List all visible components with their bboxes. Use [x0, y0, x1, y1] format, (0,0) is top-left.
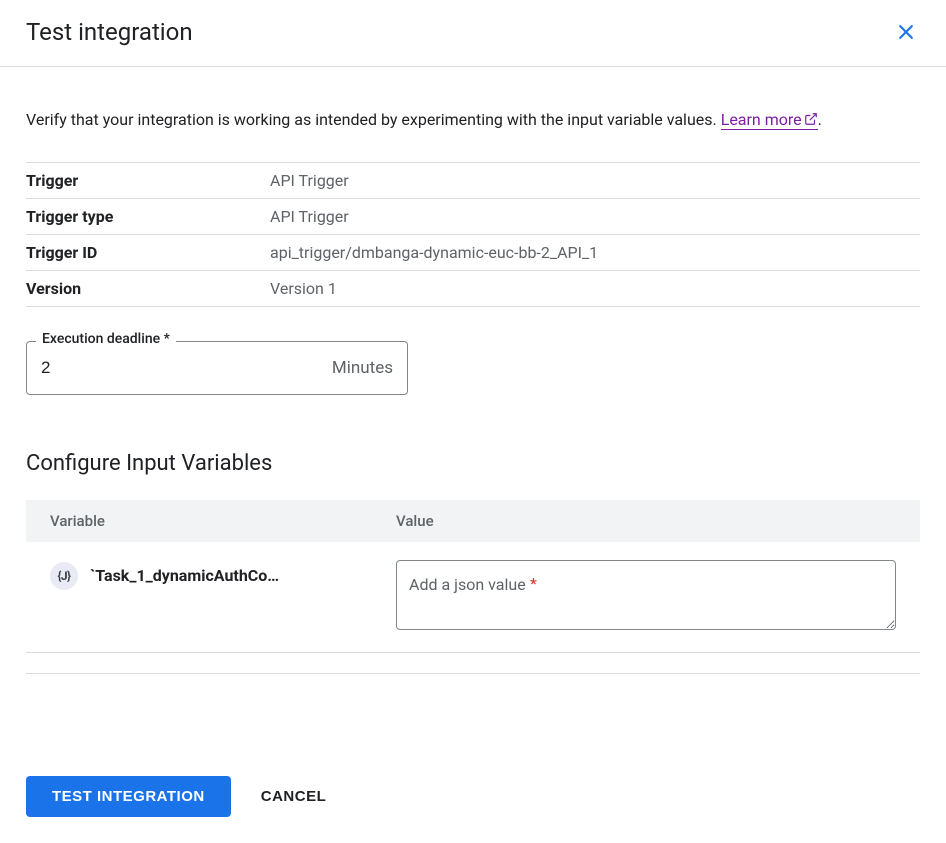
version-label: Version: [26, 270, 270, 306]
dialog-actions: TEST INTEGRATION CANCEL: [0, 700, 946, 843]
trigger-info-table: Trigger API Trigger Trigger type API Tri…: [26, 162, 920, 307]
table-row: Version Version 1: [26, 270, 920, 306]
trigger-type-value: API Trigger: [270, 198, 920, 234]
trigger-label: Trigger: [26, 162, 270, 198]
learn-more-link[interactable]: Learn more: [721, 110, 818, 130]
trigger-type-label: Trigger type: [26, 198, 270, 234]
execution-deadline-input[interactable]: [41, 358, 332, 378]
execution-deadline-unit: Minutes: [332, 358, 393, 378]
divider: [26, 673, 920, 674]
variable-cell: {J} `Task_1_dynamicAuthCo…: [26, 542, 372, 653]
description-part-b: .: [818, 110, 822, 129]
value-cell: *: [372, 542, 920, 653]
dialog-title: Test integration: [26, 18, 193, 46]
col-variable: Variable: [26, 500, 372, 542]
table-row: Trigger ID api_trigger/dmbanga-dynamic-e…: [26, 234, 920, 270]
version-value: Version 1: [270, 270, 920, 306]
trigger-value: API Trigger: [270, 162, 920, 198]
col-value: Value: [372, 500, 920, 542]
test-integration-button[interactable]: TEST INTEGRATION: [26, 776, 231, 817]
close-icon: [896, 22, 916, 42]
table-row: {J} `Task_1_dynamicAuthCo… *: [26, 542, 920, 653]
close-button[interactable]: [892, 18, 920, 46]
dialog-body: Verify that your integration is working …: [0, 67, 946, 700]
execution-deadline-label: Execution deadline *: [36, 331, 176, 347]
json-icon: {J}: [50, 562, 78, 590]
execution-deadline-field[interactable]: Minutes: [26, 341, 408, 395]
input-variables-table: Variable Value {J} `Task_1_dynamicAuthCo…: [26, 500, 920, 653]
table-header: Variable Value: [26, 500, 920, 542]
trigger-id-value: api_trigger/dmbanga-dynamic-euc-bb-2_API…: [270, 234, 920, 270]
execution-deadline-field-wrap: Execution deadline * Minutes: [26, 341, 408, 395]
json-badge-text: {J}: [58, 569, 71, 583]
learn-more-text: Learn more: [721, 110, 802, 129]
trigger-id-label: Trigger ID: [26, 234, 270, 270]
input-variables-heading: Configure Input Variables: [26, 451, 920, 476]
table-row: Trigger type API Trigger: [26, 198, 920, 234]
external-link-icon: [804, 108, 818, 134]
json-value-input[interactable]: [396, 560, 896, 630]
description-text: Verify that your integration is working …: [26, 107, 920, 134]
cancel-button[interactable]: CANCEL: [261, 788, 327, 805]
variable-name: `Task_1_dynamicAuthCo…: [90, 566, 279, 585]
description-part-a: Verify that your integration is working …: [26, 110, 721, 129]
dialog-header: Test integration: [0, 0, 946, 67]
table-row: Trigger API Trigger: [26, 162, 920, 198]
